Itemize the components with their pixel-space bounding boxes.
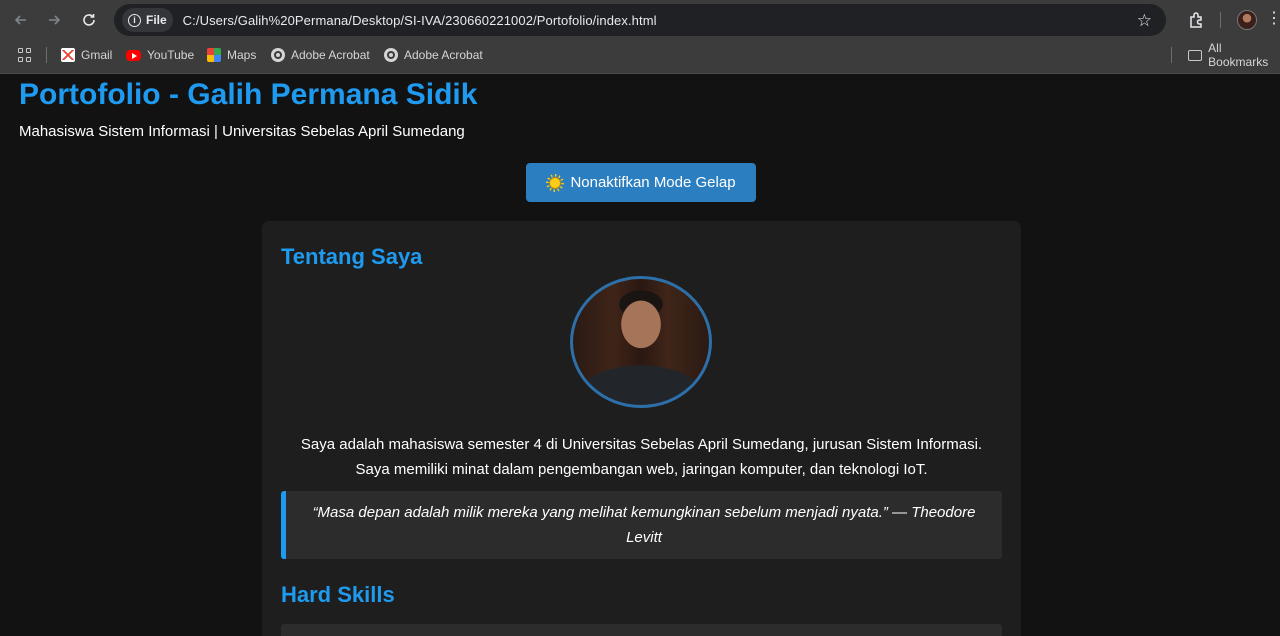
youtube-icon (126, 49, 141, 61)
profile-photo (570, 276, 712, 408)
bookmark-label: Adobe Acrobat (291, 48, 370, 62)
all-bookmarks-label: All Bookmarks (1208, 41, 1269, 69)
site-info-chip[interactable]: i File (122, 8, 173, 32)
bookmark-adobe-acrobat-2[interactable]: Adobe Acrobat (384, 44, 483, 66)
toggle-dark-mode-button[interactable]: Nonaktifkan Mode Gelap (526, 163, 756, 202)
apps-grid-icon[interactable] (18, 48, 32, 62)
file-label: File (146, 13, 167, 27)
maps-icon (207, 48, 221, 62)
url-text[interactable]: C:/Users/Galih%20Permana/Desktop/SI-IVA/… (183, 13, 657, 28)
page-subtitle: Mahasiswa Sistem Informasi | Universitas… (19, 123, 465, 140)
bookmark-maps[interactable]: Maps (207, 44, 256, 66)
browser-toolbar: i File C:/Users/Galih%20Permana/Desktop/… (0, 0, 1280, 40)
forward-button[interactable] (41, 7, 67, 33)
hard-skills-box (281, 624, 1002, 636)
reload-icon (83, 14, 95, 26)
page-title: Portofolio - Galih Permana Sidik (19, 78, 478, 111)
quote-block: “Masa depan adalah milik mereka yang mel… (281, 491, 1002, 559)
about-heading: Tentang Saya (281, 244, 423, 269)
bookmark-youtube[interactable]: YouTube (126, 44, 194, 66)
reload-button[interactable] (76, 7, 102, 33)
gmail-icon (61, 48, 75, 62)
about-line-2: Saya memiliki minat dalam pengembangan w… (355, 461, 928, 478)
arrow-right-icon (49, 15, 61, 25)
bookmark-label: Adobe Acrobat (404, 48, 483, 62)
about-text: Saya adalah mahasiswa semester 4 di Univ… (262, 432, 1021, 482)
arrow-left-icon (14, 15, 26, 25)
bookmark-label: Gmail (81, 48, 113, 62)
hard-skills-heading: Hard Skills (281, 582, 395, 607)
bookmarks-divider-right (1171, 47, 1172, 63)
bookmark-gmail[interactable]: Gmail (61, 44, 112, 66)
folder-icon (1188, 49, 1203, 61)
bookmark-label: YouTube (147, 48, 195, 62)
sun-icon (546, 174, 564, 192)
acrobat-icon (271, 48, 285, 62)
extensions-icon[interactable] (1188, 11, 1206, 29)
all-bookmarks-button[interactable]: All Bookmarks (1188, 41, 1280, 69)
bookmarks-divider (46, 47, 47, 63)
menu-kebab-icon[interactable]: ⋮ (1266, 11, 1280, 27)
info-icon: i (128, 13, 141, 27)
toolbar-right: ⋮ (1170, 0, 1280, 40)
about-line-1: Saya adalah mahasiswa semester 4 di Univ… (300, 436, 983, 453)
address-bar[interactable]: i File C:/Users/Galih%20Permana/Desktop/… (114, 4, 1166, 36)
bookmark-adobe-acrobat[interactable]: Adobe Acrobat (271, 44, 370, 66)
back-button[interactable] (8, 7, 34, 33)
toggle-dark-mode-label: Nonaktifkan Mode Gelap (570, 174, 736, 191)
bookmark-star-icon[interactable]: ☆ (1137, 11, 1152, 31)
profile-avatar[interactable] (1237, 10, 1257, 30)
toolbar-divider (1220, 12, 1221, 28)
page-viewport: Portofolio - Galih Permana Sidik Mahasis… (0, 75, 1280, 636)
acrobat-icon (384, 48, 398, 62)
bookmark-label: Maps (227, 48, 257, 62)
about-card: Tentang Saya Saya adalah mahasiswa semes… (262, 221, 1021, 636)
